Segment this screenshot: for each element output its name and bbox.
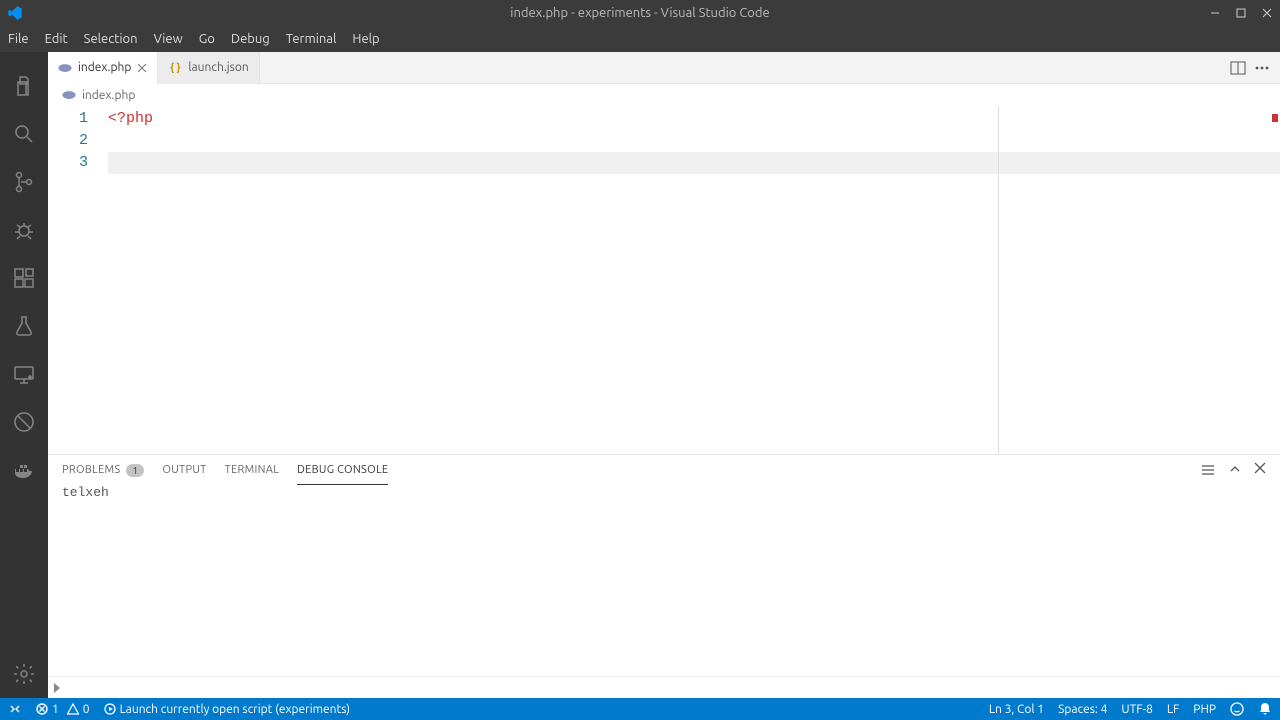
menu-help[interactable]: Help: [344, 26, 387, 52]
php-file-icon: [62, 88, 76, 102]
menu-terminal[interactable]: Terminal: [278, 26, 345, 52]
source-control-icon[interactable]: [0, 158, 48, 206]
editor-tabs: index.php { } launch.json: [48, 52, 1280, 84]
split-editor-icon[interactable]: [1230, 60, 1246, 76]
panel-close-icon[interactable]: [1254, 462, 1266, 478]
breadcrumb[interactable]: index.php: [48, 84, 1280, 106]
feedback-icon[interactable]: [1230, 702, 1244, 716]
overview-ruler-error-marker: [1272, 114, 1278, 122]
status-bar: 1 0 Launch currently open script (experi…: [0, 698, 1280, 720]
notifications-icon[interactable]: [1258, 702, 1272, 716]
menu-debug[interactable]: Debug: [223, 26, 278, 52]
status-language[interactable]: PHP: [1193, 703, 1216, 716]
status-problems[interactable]: 1 0: [36, 703, 90, 716]
current-line-highlight: [108, 152, 1280, 174]
problems-count-badge: 1: [126, 464, 144, 477]
menu-edit[interactable]: Edit: [37, 26, 76, 52]
tab-index-php[interactable]: index.php: [48, 52, 158, 84]
extensions-icon[interactable]: [0, 254, 48, 302]
breadcrumb-file: index.php: [82, 89, 135, 102]
close-icon[interactable]: [137, 63, 147, 73]
window-minimize-button[interactable]: [1202, 0, 1228, 26]
window-maximize-button[interactable]: [1228, 0, 1254, 26]
settings-gear-icon[interactable]: [0, 650, 48, 698]
code-text: <?php: [108, 110, 153, 127]
status-launch-config[interactable]: Launch currently open script (experiment…: [104, 703, 350, 716]
explorer-icon[interactable]: [0, 62, 48, 110]
window-close-button[interactable]: [1254, 0, 1280, 26]
more-actions-icon[interactable]: [1254, 60, 1270, 76]
tab-label: launch.json: [188, 61, 248, 74]
menu-file[interactable]: File: [0, 26, 37, 52]
json-file-icon: { }: [168, 61, 182, 75]
vscode-icon: [6, 4, 24, 22]
tab-label: index.php: [78, 61, 131, 74]
code-editor[interactable]: 1 2 3 <?php: [48, 106, 1280, 454]
remote-icon[interactable]: [0, 350, 48, 398]
window-title: index.php - experiments - Visual Studio …: [510, 6, 769, 20]
debug-icon[interactable]: [0, 206, 48, 254]
title-bar: index.php - experiments - Visual Studio …: [0, 0, 1280, 26]
panel-maximize-icon[interactable]: [1228, 462, 1242, 478]
code-text: [108, 130, 1280, 152]
remote-indicator[interactable]: [8, 702, 22, 716]
docker-icon[interactable]: [0, 446, 48, 494]
panel-tab-problems[interactable]: PROBLEMS 1: [62, 455, 144, 485]
no-symbol-icon[interactable]: [0, 398, 48, 446]
status-encoding[interactable]: UTF-8: [1121, 703, 1152, 716]
status-spaces[interactable]: Spaces: 4: [1058, 703, 1107, 716]
debug-console-input[interactable]: [48, 676, 1280, 698]
editor-ruler: [998, 106, 999, 454]
bottom-panel: PROBLEMS 1 OUTPUT TERMINAL DEBUG CONSOLE: [48, 454, 1280, 698]
menu-go[interactable]: Go: [191, 26, 223, 52]
status-eol[interactable]: LF: [1167, 703, 1179, 716]
panel-tab-debug-console[interactable]: DEBUG CONSOLE: [297, 455, 388, 485]
search-icon[interactable]: [0, 110, 48, 158]
line-numbers: 1 2 3: [48, 106, 108, 454]
clear-console-icon[interactable]: [1200, 462, 1216, 478]
test-icon[interactable]: [0, 302, 48, 350]
status-cursor[interactable]: Ln 3, Col 1: [989, 703, 1044, 716]
php-file-icon: [58, 61, 72, 75]
activity-bar: [0, 52, 48, 698]
menu-view[interactable]: View: [146, 26, 191, 52]
debug-console-output[interactable]: telxeh: [48, 485, 1280, 676]
menu-selection[interactable]: Selection: [76, 26, 146, 52]
panel-tab-output[interactable]: OUTPUT: [162, 455, 206, 485]
panel-tab-terminal[interactable]: TERMINAL: [225, 455, 280, 485]
tab-launch-json[interactable]: { } launch.json: [158, 52, 259, 84]
menu-bar: File Edit Selection View Go Debug Termin…: [0, 26, 1280, 52]
